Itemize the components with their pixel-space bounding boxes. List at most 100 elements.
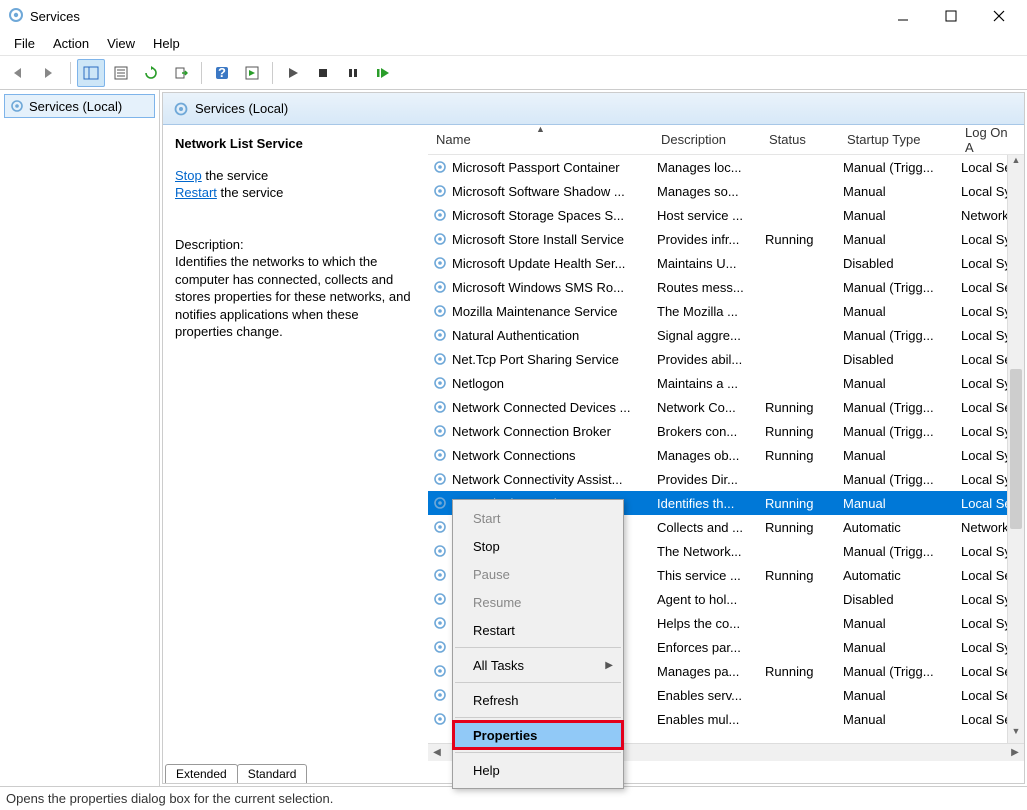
- context-item-refresh[interactable]: Refresh: [453, 686, 623, 714]
- service-description: Enforces par...: [653, 638, 761, 657]
- service-row[interactable]: Network Connection BrokerBrokers con...R…: [428, 419, 1024, 443]
- service-startup: Disabled: [839, 590, 957, 609]
- gear-icon: [432, 255, 448, 271]
- service-description: Provides infr...: [653, 230, 761, 249]
- service-description: Helps the co...: [653, 614, 761, 633]
- service-startup: Manual: [839, 230, 957, 249]
- service-row[interactable]: Network Connected Devices ...Network Co.…: [428, 395, 1024, 419]
- service-status: Running: [761, 662, 839, 681]
- service-row[interactable]: Microsoft Passport ContainerManages loc.…: [428, 155, 1024, 179]
- context-item-all-tasks[interactable]: All Tasks▶: [453, 651, 623, 679]
- context-item-help[interactable]: Help: [453, 756, 623, 784]
- service-description: Collects and ...: [653, 518, 761, 537]
- minimize-button[interactable]: [891, 4, 915, 28]
- col-header-description[interactable]: Description: [653, 127, 761, 152]
- service-description: Host service ...: [653, 206, 761, 225]
- service-row[interactable]: NetlogonMaintains a ...ManualLocal Sys: [428, 371, 1024, 395]
- menu-file[interactable]: File: [6, 34, 43, 53]
- scroll-right-arrow[interactable]: ▶: [1006, 747, 1024, 758]
- service-name: Network Connections: [452, 448, 576, 463]
- service-startup: Manual (Trigg...: [839, 470, 957, 489]
- service-name: Net.Tcp Port Sharing Service: [452, 352, 619, 367]
- gear-icon: [432, 351, 448, 367]
- service-status: Running: [761, 566, 839, 585]
- scroll-thumb[interactable]: [1010, 369, 1022, 529]
- service-row[interactable]: Network Connectivity Assist...Provides D…: [428, 467, 1024, 491]
- menu-view[interactable]: View: [99, 34, 143, 53]
- service-row[interactable]: Microsoft Software Shadow ...Manages so.…: [428, 179, 1024, 203]
- service-name: Network Connectivity Assist...: [452, 472, 623, 487]
- status-text: Opens the properties dialog box for the …: [6, 791, 333, 806]
- service-row[interactable]: Net.Tcp Port Sharing ServiceProvides abi…: [428, 347, 1024, 371]
- back-button[interactable]: [6, 59, 34, 87]
- scroll-left-arrow[interactable]: ◀: [428, 747, 446, 758]
- properties-toolbar-button[interactable]: [107, 59, 135, 87]
- action-pane-toggle[interactable]: [238, 59, 266, 87]
- context-item-stop[interactable]: Stop: [453, 532, 623, 560]
- restart-service-button[interactable]: [369, 59, 397, 87]
- vertical-scrollbar[interactable]: ▲ ▼: [1007, 155, 1024, 743]
- service-row[interactable]: Microsoft Storage Spaces S...Host servic…: [428, 203, 1024, 227]
- service-status: [761, 621, 839, 625]
- context-item-start: Start: [453, 504, 623, 532]
- col-header-name[interactable]: ▲Name: [428, 127, 653, 152]
- context-item-restart[interactable]: Restart: [453, 616, 623, 644]
- scroll-up-arrow[interactable]: ▲: [1008, 155, 1024, 172]
- start-service-button[interactable]: [279, 59, 307, 87]
- tab-extended[interactable]: Extended: [165, 764, 238, 783]
- service-status: [761, 285, 839, 289]
- service-description: The Network...: [653, 542, 761, 561]
- restart-link[interactable]: Restart: [175, 185, 217, 200]
- close-button[interactable]: [987, 4, 1011, 28]
- stop-link[interactable]: Stop: [175, 168, 202, 183]
- service-row[interactable]: Mozilla Maintenance ServiceThe Mozilla .…: [428, 299, 1024, 323]
- service-row[interactable]: Natural AuthenticationSignal aggre...Man…: [428, 323, 1024, 347]
- help-button[interactable]: ?: [208, 59, 236, 87]
- gear-icon: [432, 279, 448, 295]
- gear-icon: [432, 567, 448, 583]
- service-name: Network Connection Broker: [452, 424, 611, 439]
- forward-button[interactable]: [36, 59, 64, 87]
- maximize-button[interactable]: [939, 4, 963, 28]
- service-name: Mozilla Maintenance Service: [452, 304, 617, 319]
- refresh-button[interactable]: [137, 59, 165, 87]
- tab-standard[interactable]: Standard: [237, 764, 308, 783]
- scroll-down-arrow[interactable]: ▼: [1008, 726, 1024, 743]
- col-header-status[interactable]: Status: [761, 127, 839, 152]
- col-header-logon[interactable]: Log On A: [957, 120, 1024, 160]
- service-status: [761, 333, 839, 337]
- context-item-properties[interactable]: Properties: [453, 721, 623, 749]
- service-description: Routes mess...: [653, 278, 761, 297]
- service-row[interactable]: Microsoft Windows SMS Ro...Routes mess..…: [428, 275, 1024, 299]
- gear-icon: [432, 543, 448, 559]
- service-description: Network Co...: [653, 398, 761, 417]
- gear-icon: [432, 183, 448, 199]
- menu-help[interactable]: Help: [145, 34, 188, 53]
- export-button[interactable]: [167, 59, 195, 87]
- pane-header: Services (Local): [163, 93, 1024, 125]
- pause-service-button[interactable]: [339, 59, 367, 87]
- service-row[interactable]: Microsoft Update Health Ser...Maintains …: [428, 251, 1024, 275]
- context-separator: [455, 717, 621, 718]
- sort-ascending-icon: ▲: [536, 124, 545, 134]
- tree-node-services-local[interactable]: Services (Local): [4, 94, 155, 118]
- service-name: Natural Authentication: [452, 328, 579, 343]
- service-row[interactable]: Network ConnectionsManages ob...RunningM…: [428, 443, 1024, 467]
- service-status: [761, 693, 839, 697]
- gear-icon: [432, 303, 448, 319]
- tree-node-label: Services (Local): [29, 99, 122, 114]
- gear-icon: [432, 687, 448, 703]
- service-name: Netlogon: [452, 376, 504, 391]
- show-hide-tree-button[interactable]: [77, 59, 105, 87]
- service-name: Microsoft Passport Container: [452, 160, 620, 175]
- description-body: Identifies the networks to which the com…: [175, 253, 416, 341]
- detail-panel: Network List Service Stop the service Re…: [163, 125, 428, 761]
- col-header-startup[interactable]: Startup Type: [839, 127, 957, 152]
- stop-service-button[interactable]: [309, 59, 337, 87]
- service-row[interactable]: Microsoft Store Install ServiceProvides …: [428, 227, 1024, 251]
- service-startup: Manual (Trigg...: [839, 158, 957, 177]
- grid-header: ▲Name Description Status Startup Type Lo…: [428, 125, 1024, 155]
- gear-icon: [432, 639, 448, 655]
- gear-icon: [432, 519, 448, 535]
- menu-action[interactable]: Action: [45, 34, 97, 53]
